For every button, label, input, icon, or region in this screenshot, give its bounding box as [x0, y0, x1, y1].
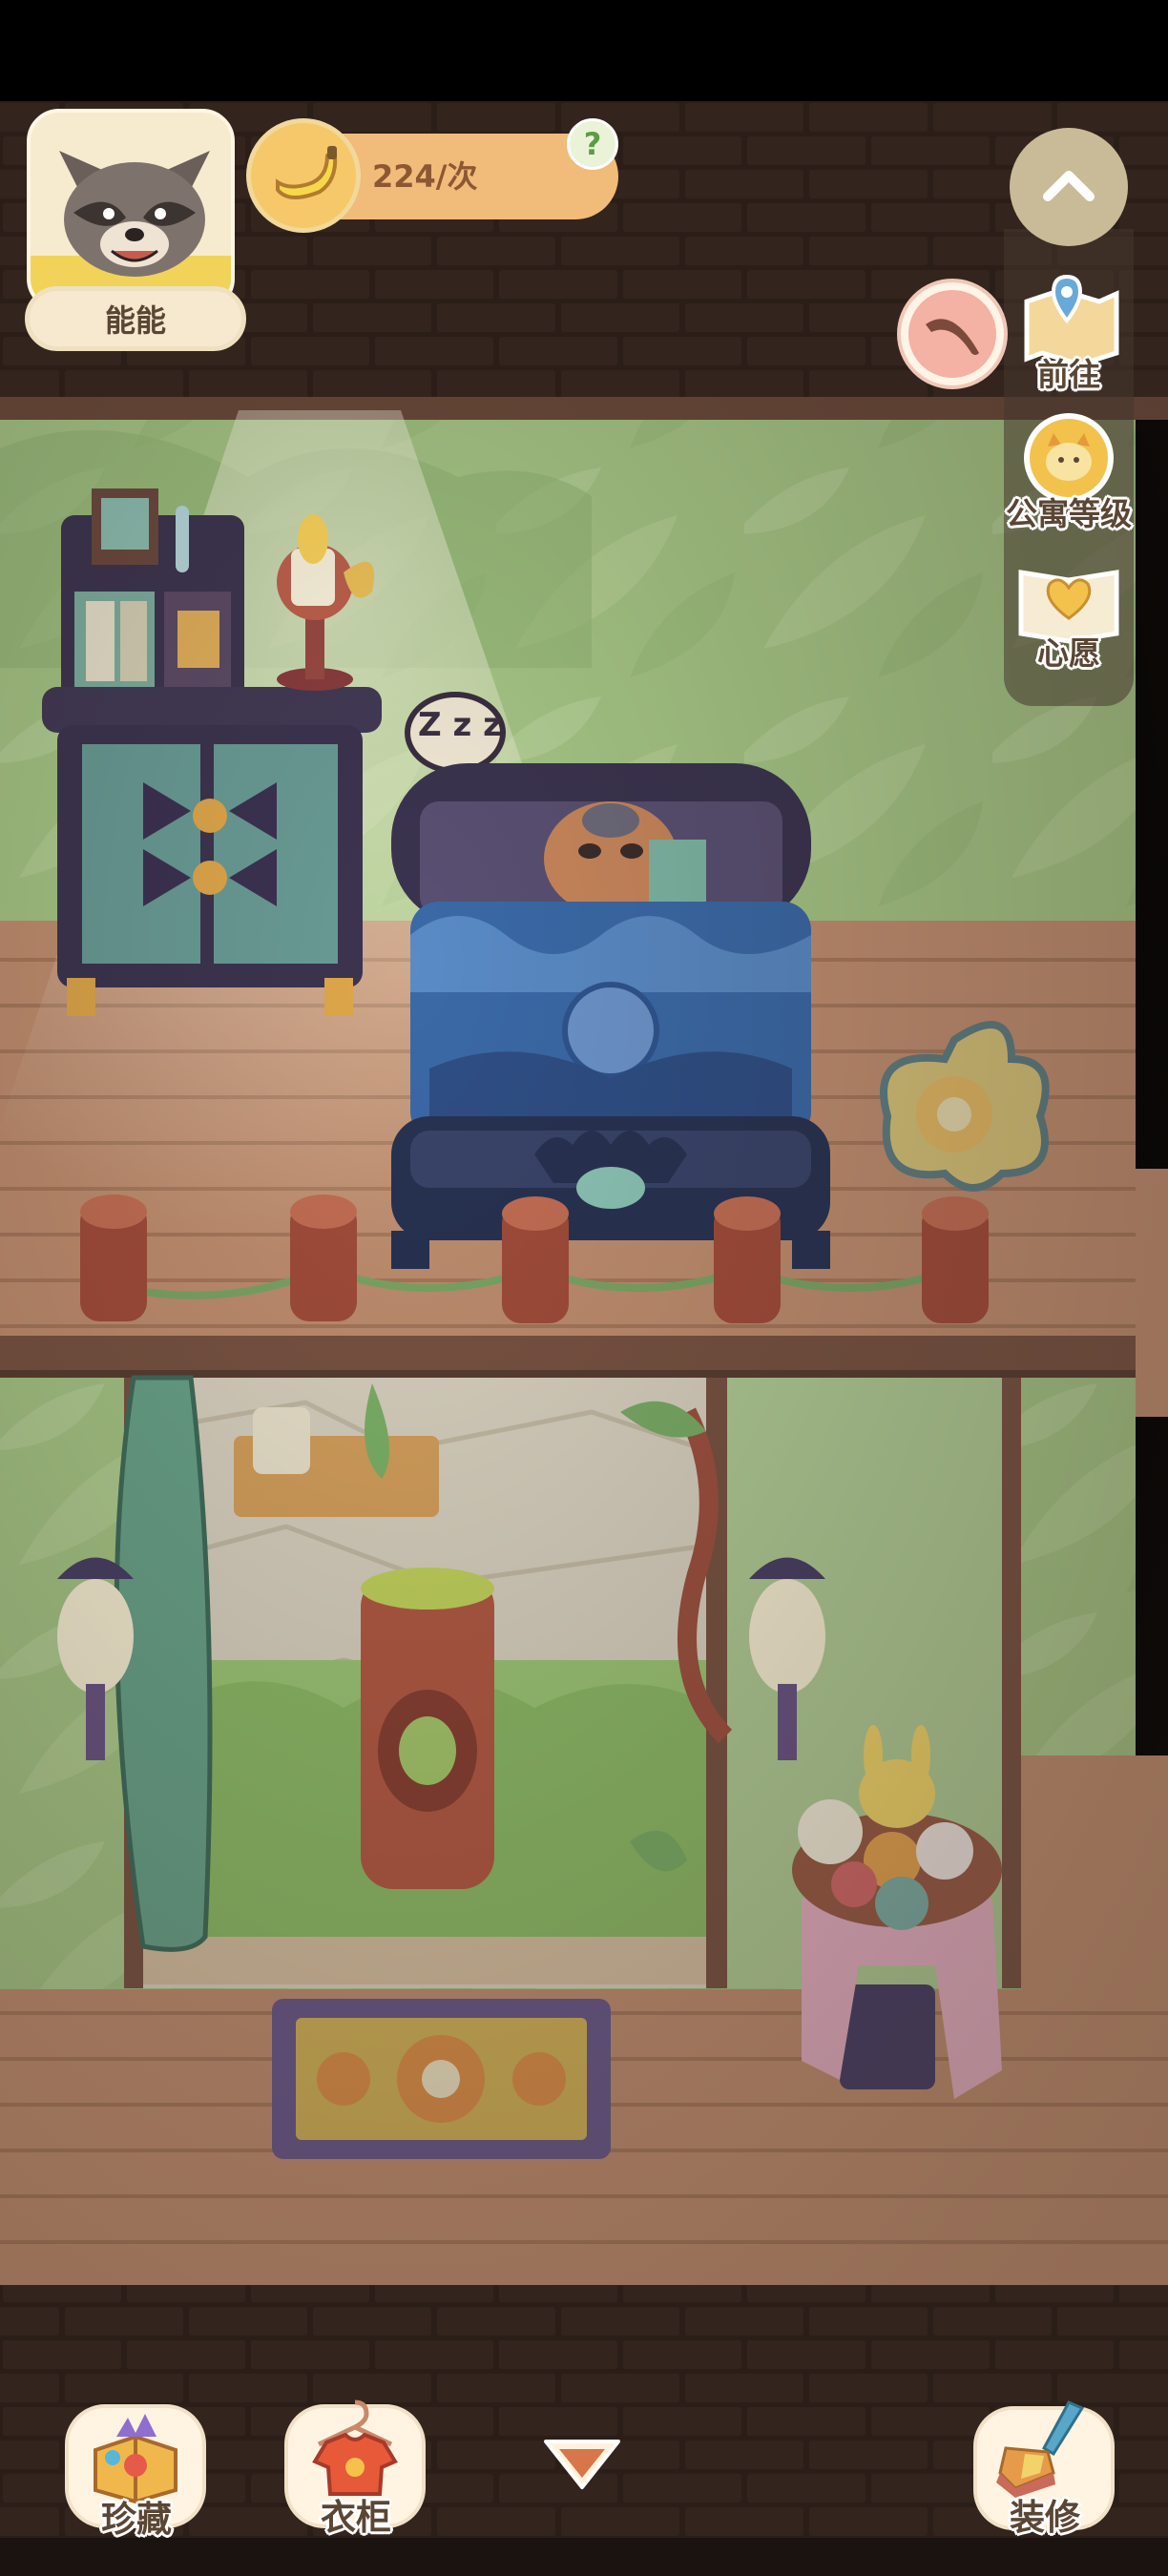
currency-amount: 224/次 [372, 158, 478, 195]
collapse-menu-button[interactable] [1010, 128, 1128, 246]
wardrobe-button[interactable]: 衣柜 [275, 2393, 437, 2538]
raccoon-avatar-icon [31, 113, 231, 307]
apartment-level-button[interactable]: 公寓等级 [992, 412, 1145, 536]
sleep-indicator: Z z z [418, 706, 502, 744]
collection-label: 珍藏 [101, 2499, 172, 2540]
wish-label: 心愿 [1037, 634, 1100, 672]
decorate-label: 装修 [1010, 2497, 1080, 2538]
apartment-level-label: 公寓等级 [1006, 495, 1132, 532]
goto-button[interactable]: 前往 [1004, 273, 1134, 397]
wardrobe-label: 衣柜 [321, 2497, 391, 2538]
paint-brush-icon [996, 2400, 1085, 2498]
goto-label: 前往 [1037, 356, 1100, 393]
expand-button[interactable] [534, 2428, 630, 2504]
collection-button[interactable]: 珍藏 [55, 2395, 218, 2540]
chevron-up-icon [1043, 171, 1095, 201]
triangle-down-icon [544, 2440, 620, 2489]
player-name-plate[interactable]: 能能 [25, 286, 246, 351]
player-avatar[interactable] [27, 109, 235, 311]
help-button[interactable]: ? [567, 118, 618, 170]
wish-button[interactable]: 心愿 [1004, 551, 1134, 675]
banana-icon [246, 118, 361, 233]
boomerang-button[interactable] [895, 277, 1010, 391]
boomerang-icon [897, 279, 1008, 389]
decorate-button[interactable]: 装修 [964, 2393, 1126, 2538]
player-name: 能能 [104, 302, 166, 339]
treasure-box-icon [94, 2414, 177, 2503]
